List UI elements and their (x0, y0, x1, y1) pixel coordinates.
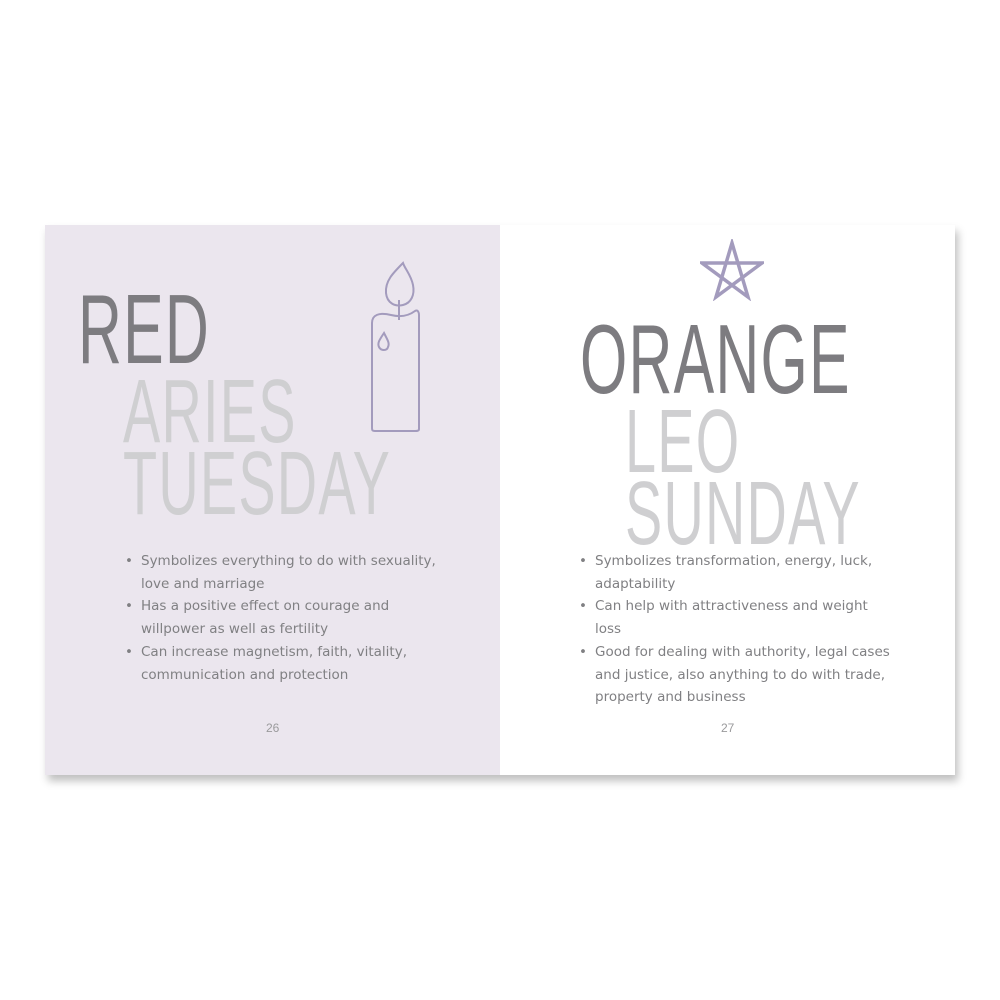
list-item: Symbolizes transformation, energy, luck,… (579, 550, 895, 595)
bullet-list: Symbolizes transformation, energy, luck,… (579, 550, 895, 709)
page-number: 26 (266, 721, 280, 735)
right-page: ORANGE LEO SUNDAY Symbolizes transformat… (500, 225, 955, 775)
page-number: 27 (721, 721, 735, 735)
list-item: Can increase magnetism, faith, vitality,… (125, 641, 441, 686)
book-spread: RED ARIES TUESDAY Symbolizes everything … (45, 225, 955, 775)
list-item: Has a positive effect on courage and wil… (125, 595, 441, 640)
candle-icon (371, 261, 420, 432)
list-item: Symbolizes everything to do with sexuali… (125, 550, 441, 595)
pentagram-icon (700, 239, 764, 301)
left-page: RED ARIES TUESDAY Symbolizes everything … (45, 225, 500, 775)
bullet-list: Symbolizes everything to do with sexuali… (125, 550, 441, 686)
day-title: SUNDAY (625, 464, 861, 564)
day-title: TUESDAY (123, 434, 392, 534)
list-item: Can help with attractiveness and weight … (579, 595, 895, 640)
list-item: Good for dealing with authority, legal c… (579, 641, 895, 709)
